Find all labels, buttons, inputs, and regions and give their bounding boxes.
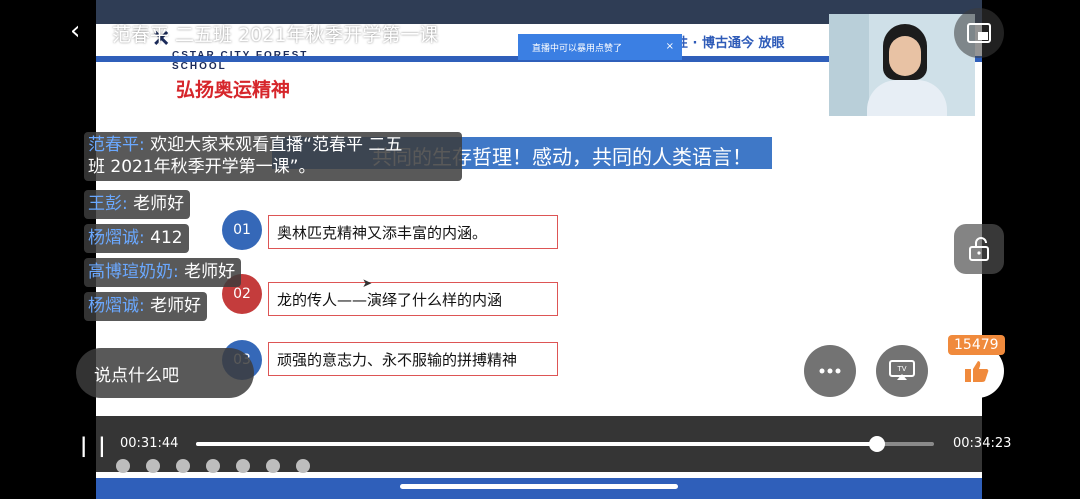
total-time: 00:34:23 [953, 436, 1012, 451]
chat-message: 范春平: 欢迎大家来观看直播“范春平 二五 班 2021年秋季开学第一课”。 [84, 132, 462, 181]
chat-text: 老师好 [144, 296, 202, 316]
slide-title: 弘扬奥运精神 [176, 79, 291, 101]
progress-slider[interactable] [196, 436, 934, 452]
notice-close-icon[interactable]: × [666, 41, 674, 52]
chat-message: 王彭: 老师好 [84, 190, 191, 219]
bullet-text-1: 奥林匹克精神又添丰富的内涵。 [268, 215, 558, 249]
slide-tool-icon [116, 459, 130, 473]
chat-message: 杨熠诚: 老师好 [84, 292, 208, 321]
slide-tool-icon [176, 459, 190, 473]
slide-tool-icon [266, 459, 280, 473]
chat-message: 杨熠诚: 412 [84, 224, 189, 253]
bullet-number-1: 01 [222, 210, 262, 250]
teacher-camera[interactable] [829, 14, 975, 116]
chat-text: 老师好 [178, 262, 236, 282]
camera-person-body [867, 80, 947, 116]
chat-user-name: 高博瑄奶奶: [88, 262, 179, 282]
slide-tool-icon [146, 459, 160, 473]
live-notice: 直播中可以暴用点赞了 × [518, 34, 682, 60]
chat-input[interactable]: 说点什么吧 [76, 348, 254, 398]
live-title: 范春平 二五班 2021年秋季开学第一课 [112, 24, 439, 46]
chat-user-name: 杨熠诚: [88, 296, 145, 316]
chat-text: 老师好 [127, 194, 185, 214]
chat-text: 412 [144, 228, 183, 248]
chat-user-name: 王彭: [88, 194, 128, 214]
chat-text: 班 2021年秋季开学第一课”。 [88, 157, 316, 177]
bullet-text-2: 龙的传人——演绎了什么样的内涵 [268, 282, 558, 316]
screen-mode-icon[interactable] [954, 8, 1004, 58]
slide-tool-icon [236, 459, 250, 473]
chat-message: 高博瑄奶奶: 老师好 [84, 258, 242, 287]
slide-tool-icon [296, 459, 310, 473]
current-time: 00:31:44 [120, 436, 179, 451]
like-count: 15479 [948, 335, 1005, 355]
home-indicator[interactable] [400, 484, 678, 489]
progress-fill [196, 442, 878, 446]
back-arrow-icon[interactable]: ‹ [70, 16, 80, 46]
bullet-text-3: 顽强的意志力、永不服输的拼搏精神 [268, 342, 558, 376]
unlock-icon[interactable] [954, 224, 1004, 274]
notice-text: 直播中可以暴用点赞了 [532, 43, 623, 54]
slide-tool-icon [206, 459, 220, 473]
tv-cast-icon[interactable]: TV [876, 345, 928, 397]
more-icon[interactable] [804, 345, 856, 397]
camera-person-face [889, 36, 921, 76]
pause-icon[interactable]: | | [80, 433, 108, 457]
chat-user-name: 杨熠诚: [88, 228, 145, 248]
mouse-cursor-icon: ➤ [362, 276, 373, 290]
svg-text:TV: TV [896, 365, 906, 373]
chat-user-name: 范春平: [88, 135, 145, 155]
chat-text: 欢迎大家来观看直播“范春平 二五 [144, 135, 403, 155]
camera-background [829, 14, 869, 116]
